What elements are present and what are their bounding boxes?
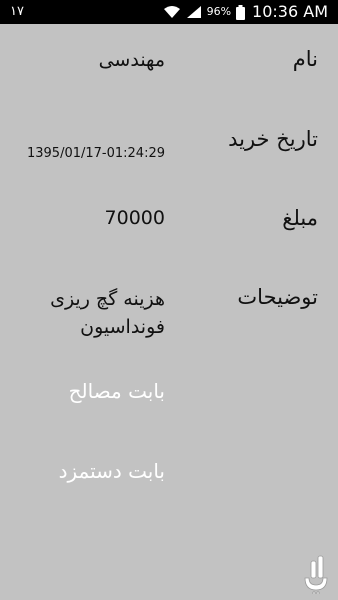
signal-icon	[186, 5, 202, 19]
app-logo-icon	[302, 554, 330, 595]
name-label: نام	[292, 47, 318, 71]
status-icons: 96% 10:36 AM	[163, 2, 328, 22]
description-label: توضیحات	[237, 285, 318, 309]
name-value: مهندسی	[98, 49, 165, 71]
battery-icon	[236, 4, 246, 20]
materials-link[interactable]: بابت مصالح	[69, 378, 165, 404]
status-clock: 10:36 AM	[252, 2, 328, 21]
status-bar: ١٧ 96% 10:36 AM	[0, 0, 338, 24]
notification-count: ١٧	[10, 4, 24, 19]
wifi-icon	[163, 5, 181, 19]
purchase-date-label: تاریخ خرید	[228, 127, 318, 151]
amount-label: مبلغ	[282, 206, 318, 230]
purchase-date-value: 1395/01/17-01:24:29	[26, 146, 165, 161]
battery-percent: 96%	[206, 5, 232, 18]
amount-value: 70000	[104, 207, 165, 229]
wages-link[interactable]: بابت دستمزد	[59, 458, 165, 484]
description-value: هزینه گچ ریزی فونداسیون	[50, 288, 165, 338]
